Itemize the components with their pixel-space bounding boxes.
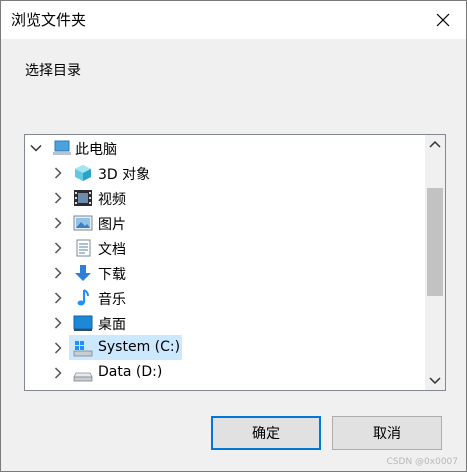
pictures-icon: [73, 215, 93, 231]
watermark: CSDN @0x0007: [386, 457, 458, 467]
video-icon: [74, 190, 92, 206]
music-icon: [77, 289, 89, 306]
close-button[interactable]: [420, 1, 466, 39]
tree-item-label: 桌面: [98, 317, 126, 333]
tree-item-system-c[interactable]: System (C:): [25, 335, 421, 360]
tree-item-label: System (C:): [98, 339, 181, 355]
tree-item-data-d[interactable]: Data (D:): [25, 360, 421, 385]
system-drive-icon: [73, 341, 93, 357]
tree-item-label: Data (D:): [98, 364, 163, 380]
tree-item-this-pc[interactable]: 此电脑: [25, 135, 421, 160]
tree-item-documents[interactable]: 文档: [25, 235, 421, 260]
scroll-down-button[interactable]: [425, 370, 445, 390]
tree-item-music[interactable]: 音乐: [25, 285, 421, 310]
chevron-right-icon[interactable]: [52, 167, 64, 179]
tree-item-desktop[interactable]: 桌面: [25, 310, 421, 335]
cancel-button[interactable]: 取消: [332, 416, 442, 450]
tree-item-label: 此电脑: [75, 142, 117, 158]
chevron-right-icon[interactable]: [52, 292, 64, 304]
chevron-right-icon[interactable]: [52, 267, 64, 279]
dialog-title: 浏览文件夹: [11, 11, 87, 29]
chevron-right-icon[interactable]: [52, 192, 64, 204]
tree-item-label: 3D 对象: [98, 167, 151, 183]
3d-objects-icon: [75, 165, 91, 181]
chevron-right-icon[interactable]: [52, 217, 64, 229]
close-icon: [436, 13, 450, 27]
chevron-down-icon[interactable]: [30, 142, 42, 154]
tree-item-label: 视频: [98, 192, 126, 208]
tree-item-pictures[interactable]: 图片: [25, 210, 421, 235]
computer-icon: [53, 140, 71, 155]
desktop-icon: [73, 315, 93, 331]
chevron-down-icon: [429, 377, 441, 385]
chevron-right-icon[interactable]: [52, 242, 64, 254]
chevron-right-icon[interactable]: [52, 342, 64, 354]
browse-folder-dialog: 浏览文件夹 选择目录 此电脑 3D 对象 视频 图片 文档 下载 音乐 桌面 S…: [0, 0, 467, 472]
drive-icon: [73, 372, 93, 382]
documents-icon: [76, 239, 91, 257]
scroll-up-button[interactable]: [425, 135, 445, 155]
tree-item-label: 文档: [98, 242, 126, 258]
tree-item-downloads[interactable]: 下载: [25, 260, 421, 285]
tree-item-videos[interactable]: 视频: [25, 185, 421, 210]
tree-item-label: 图片: [98, 217, 126, 233]
chevron-right-icon[interactable]: [52, 367, 64, 379]
tree-item-3d-objects[interactable]: 3D 对象: [25, 160, 421, 185]
folder-tree[interactable]: 此电脑 3D 对象 视频 图片 文档 下载 音乐 桌面 System (C:) …: [24, 134, 446, 391]
prompt-label: 选择目录: [25, 63, 81, 79]
downloads-icon: [75, 265, 91, 281]
chevron-up-icon: [429, 140, 441, 148]
vertical-scrollbar[interactable]: [425, 135, 445, 390]
ok-button[interactable]: 确定: [211, 416, 321, 450]
tree-item-label: 下载: [98, 267, 126, 283]
scroll-thumb[interactable]: [427, 188, 443, 296]
tree-item-label: 音乐: [98, 292, 126, 308]
chevron-right-icon[interactable]: [52, 317, 64, 329]
title-bar: 浏览文件夹: [1, 1, 466, 39]
